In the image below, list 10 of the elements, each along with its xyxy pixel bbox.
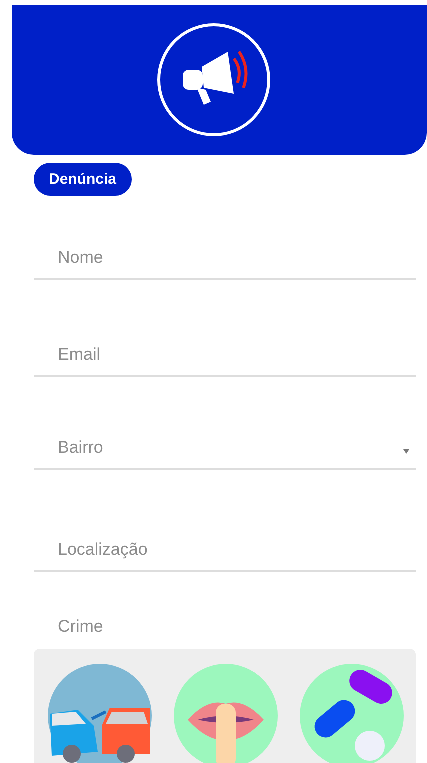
crime-label: Crime (58, 617, 104, 637)
car-crash-icon[interactable] (48, 664, 152, 763)
pills-icon[interactable] (300, 664, 404, 763)
text-field[interactable]: Nome (34, 238, 416, 280)
text-field[interactable]: Email (34, 335, 416, 377)
section-badge: Denúncia (34, 163, 132, 196)
select-field[interactable]: Bairro (34, 428, 416, 470)
caret-icon (403, 448, 410, 454)
text-field[interactable]: Localização (34, 530, 416, 572)
megaphone-icon (156, 22, 272, 138)
